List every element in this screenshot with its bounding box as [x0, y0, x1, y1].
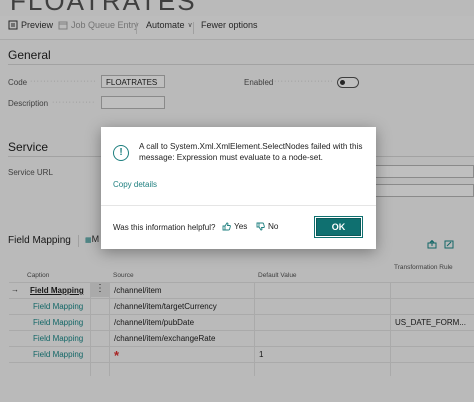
ok-button[interactable]: OK: [314, 216, 363, 238]
feedback-question: Was this information helpful?: [113, 223, 216, 232]
thumbs-up-icon: [222, 222, 231, 231]
feedback-no-label: No: [268, 222, 279, 231]
feedback-no-button[interactable]: No: [256, 222, 278, 231]
thumbs-down-icon: [256, 222, 265, 231]
feedback-yes-label: Yes: [234, 222, 248, 231]
error-message: A call to System.Xml.XmlElement.SelectNo…: [139, 142, 363, 162]
feedback-yes-button[interactable]: Yes: [222, 222, 247, 231]
error-dialog: ! A call to System.Xml.XmlElement.Select…: [101, 127, 376, 249]
info-icon: !: [113, 145, 129, 161]
dialog-divider: [101, 205, 376, 206]
copy-details-link[interactable]: Copy details: [113, 180, 157, 189]
